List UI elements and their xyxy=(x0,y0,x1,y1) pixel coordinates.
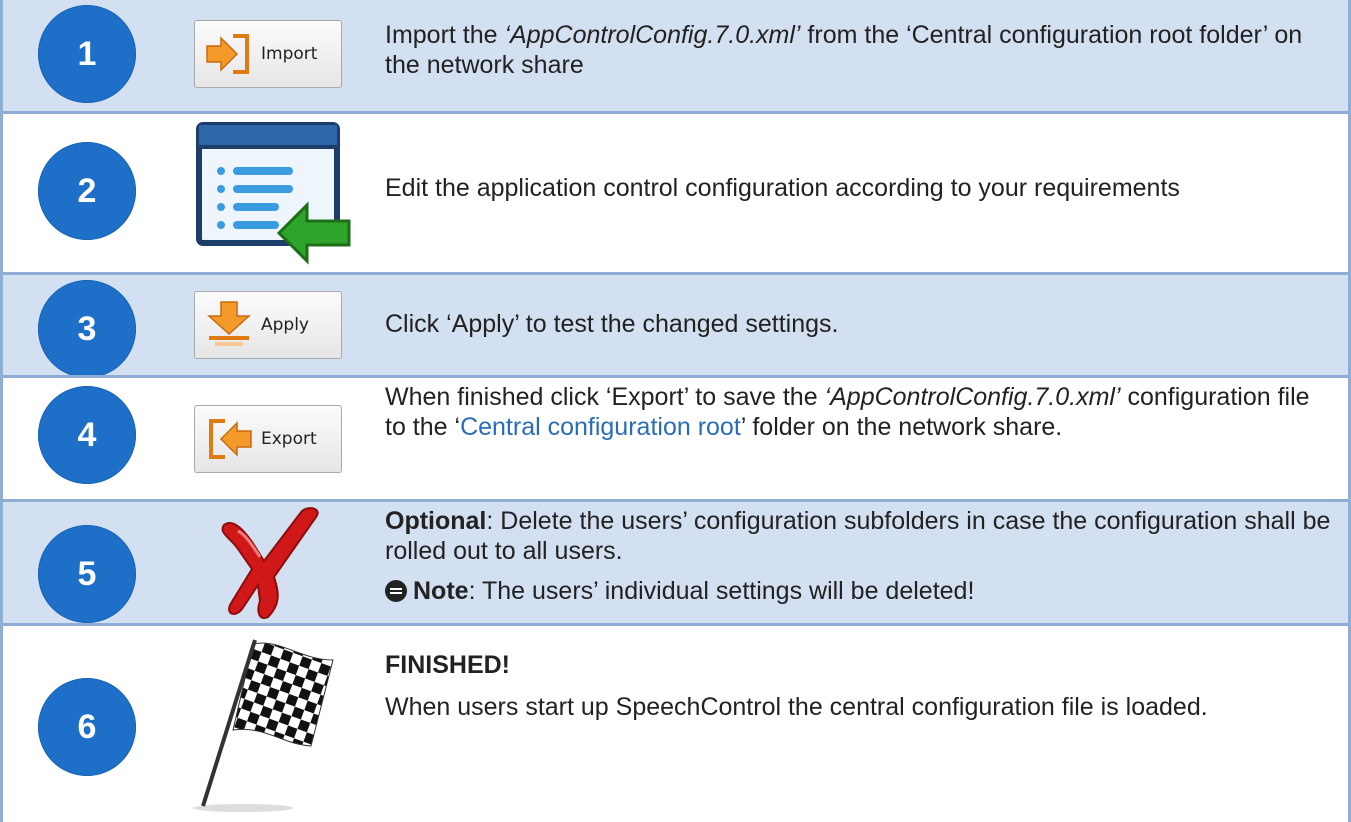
step-number-badge: 2 xyxy=(38,142,136,240)
step-text: Edit the application control configurati… xyxy=(385,174,1180,202)
apply-arrow-icon xyxy=(207,301,251,346)
step-text: Import the ‘AppControlConfig.7.0.xml’ fr… xyxy=(385,21,1303,79)
icon-cell xyxy=(168,114,368,272)
edit-list-icon xyxy=(196,122,351,265)
apply-button-icon: Apply xyxy=(194,291,342,359)
step-row-3: 3 Apply Click ‘Apply’ to test the change… xyxy=(3,272,1348,378)
export-button-icon: Export xyxy=(194,404,342,473)
step-text: When finished click ‘Export’ to save the… xyxy=(385,383,1310,441)
note-icon xyxy=(385,580,407,602)
step-row-5: 5 Optional: Delete the users’ configurat… xyxy=(3,499,1348,623)
step-number-badge: 5 xyxy=(38,525,136,623)
note-label: Note xyxy=(413,577,469,605)
step-row-6: 6 FINISHED! When users start up SpeechCo… xyxy=(3,623,1348,822)
step-number-badge: 3 xyxy=(38,280,136,378)
finished-heading: FINISHED! xyxy=(385,651,510,679)
red-x-icon xyxy=(221,506,319,619)
step-number-badge: 4 xyxy=(38,386,136,484)
icon-cell xyxy=(168,626,368,822)
steps-table: 1 Import Import the ‘AppControlConfig.7.… xyxy=(0,0,1351,822)
icon-cell: Export xyxy=(168,378,368,499)
checkered-flag-icon xyxy=(193,639,334,812)
central-config-root-link[interactable]: Central configuration root xyxy=(460,413,741,441)
icon-cell: Import xyxy=(168,0,368,108)
import-button-icon: Import xyxy=(194,20,342,88)
step-row-1: 1 Import Import the ‘AppControlConfig.7.… xyxy=(3,0,1348,111)
step-text: Click ‘Apply’ to test the changed settin… xyxy=(385,310,839,338)
apply-label: Apply xyxy=(261,315,309,335)
step-text: FINISHED! When users start up SpeechCont… xyxy=(385,650,1336,722)
step-number-badge: 6 xyxy=(38,678,136,776)
step-text: Optional: Delete the users’ configuratio… xyxy=(385,507,1331,605)
icon-cell xyxy=(168,502,368,623)
export-label: Export xyxy=(261,428,317,449)
import-label: Import xyxy=(261,44,318,64)
step-row-4: 4 Export When finished click ‘Export’ to… xyxy=(3,375,1348,499)
icon-cell: Apply xyxy=(168,275,368,375)
step-number-badge: 1 xyxy=(38,5,136,103)
step-row-2: 2 Edit the application control configura… xyxy=(3,111,1348,272)
optional-label: Optional xyxy=(385,507,487,535)
export-arrow-icon xyxy=(209,418,252,459)
import-arrow-icon xyxy=(206,34,249,74)
